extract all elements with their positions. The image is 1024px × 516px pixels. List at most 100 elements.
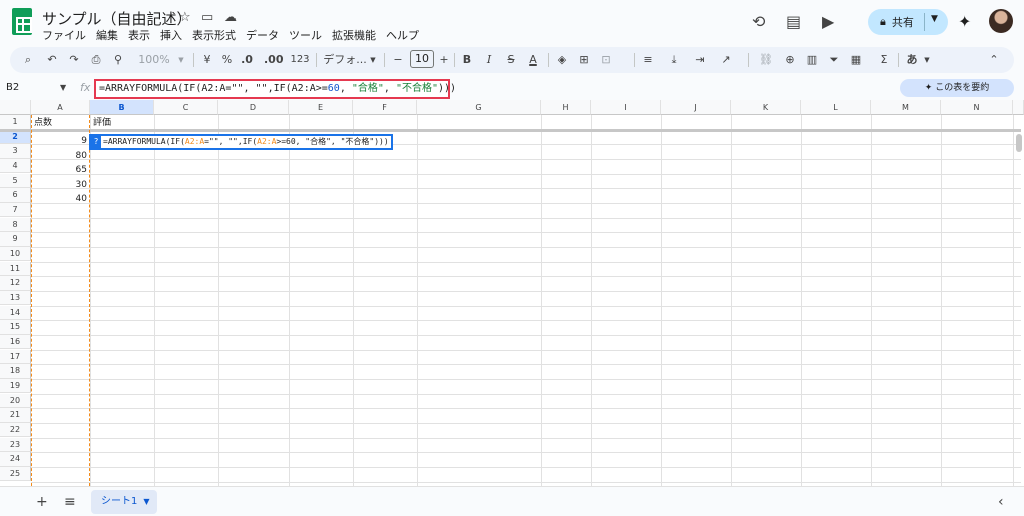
text-wrap-icon[interactable]: ⇥ [692, 50, 708, 70]
select-all-corner[interactable] [0, 100, 31, 115]
cell-a2[interactable]: 9 [31, 134, 87, 148]
cell-a6[interactable]: 40 [31, 192, 87, 206]
name-box[interactable]: B2 [6, 82, 19, 93]
row-header-1[interactable]: 1 [0, 115, 31, 130]
row-header-16[interactable]: 16 [0, 334, 31, 350]
row-header-11[interactable]: 11 [0, 261, 31, 277]
row-header-23[interactable]: 23 [0, 437, 31, 453]
menu-file[interactable]: ファイル [42, 27, 86, 43]
column-header-h[interactable]: H [541, 100, 591, 115]
search-icon[interactable]: ⌕ [20, 50, 36, 70]
column-header-m[interactable]: M [871, 100, 941, 115]
redo-icon[interactable]: ↷ [66, 50, 82, 70]
row-header-10[interactable]: 10 [0, 246, 31, 262]
sheet-tab-chevron-icon[interactable]: ▼ [143, 497, 149, 506]
text-rotation-icon[interactable]: ↗ [718, 50, 734, 70]
row-header-12[interactable]: 12 [0, 276, 31, 291]
add-sheet-icon[interactable]: + [36, 494, 48, 510]
cell-a1[interactable]: 点数 [34, 116, 52, 130]
sheets-logo-icon[interactable] [12, 8, 32, 35]
collapse-toolbar-icon[interactable]: ⌃ [986, 50, 1002, 70]
cell-b1[interactable]: 評価 [93, 116, 111, 130]
borders-icon[interactable]: ⊞ [576, 50, 592, 70]
row-header-18[interactable]: 18 [0, 364, 31, 379]
cell-a3[interactable]: 80 [31, 149, 87, 163]
undo-icon[interactable]: ↶ [44, 50, 60, 70]
all-sheets-icon[interactable]: ≡ [64, 494, 76, 510]
menu-insert[interactable]: 挿入 [160, 27, 182, 43]
increase-decimal-button[interactable]: .00 [264, 50, 284, 70]
cell-a5[interactable]: 30 [31, 178, 87, 192]
merge-cells-icon[interactable]: ⊡ [598, 50, 614, 70]
column-header-f[interactable]: F [353, 100, 417, 115]
column-header-e[interactable]: E [289, 100, 353, 115]
move-folder-icon[interactable]: ▭ [201, 10, 213, 25]
cloud-status-icon[interactable]: ☁ [224, 10, 237, 25]
text-color-button[interactable]: A [526, 50, 540, 70]
row-header-7[interactable]: 7 [0, 202, 31, 218]
version-history-icon[interactable]: ⟲ [752, 12, 765, 31]
cell-a4[interactable]: 65 [31, 163, 87, 177]
column-header-i[interactable]: I [591, 100, 661, 115]
meet-icon[interactable]: ▶ [822, 12, 834, 31]
summarize-table-button[interactable]: ✦ この表を要約 [900, 79, 1014, 97]
sheet-tab[interactable]: シート1 ▼ [91, 490, 157, 514]
row-header-13[interactable]: 13 [0, 290, 31, 306]
vertical-align-icon[interactable]: ⤓ [666, 50, 682, 70]
row-header-22[interactable]: 22 [0, 422, 31, 438]
functions-button[interactable]: Σ [876, 50, 892, 70]
insert-chart-icon[interactable]: ▥ [804, 50, 820, 70]
menu-data[interactable]: データ [246, 27, 279, 43]
row-header-4[interactable]: 4 [0, 158, 31, 174]
italic-button[interactable]: I [482, 50, 496, 70]
row-header-20[interactable]: 20 [0, 393, 31, 409]
row-header-21[interactable]: 21 [0, 408, 31, 423]
menu-tools[interactable]: ツール [289, 27, 322, 43]
font-size-decrease-icon[interactable]: − [392, 50, 404, 70]
row-header-19[interactable]: 19 [0, 378, 31, 394]
vertical-scrollbar[interactable] [1016, 134, 1022, 152]
column-header-n[interactable]: N [941, 100, 1013, 115]
font-size-increase-icon[interactable]: + [438, 50, 450, 70]
row-header-15[interactable]: 15 [0, 320, 31, 335]
row-header-24[interactable]: 24 [0, 452, 31, 467]
insert-link-icon[interactable]: ⛓ [758, 50, 774, 70]
menu-format[interactable]: 表示形式 [192, 27, 236, 43]
row-header-9[interactable]: 9 [0, 232, 31, 247]
horizontal-align-icon[interactable]: ≡ [640, 50, 656, 70]
spreadsheet-grid[interactable]: A B C D E F G H I J K L M N 1 2 3 4 5 6 7 8 9 10 1… [0, 100, 1024, 486]
font-select[interactable]: デフォ... [320, 50, 370, 70]
column-header-b[interactable]: B [90, 100, 154, 115]
column-header-g[interactable]: G [417, 100, 541, 115]
number-format-button[interactable]: 123 [288, 50, 312, 70]
insert-comment-icon[interactable]: ⊕ [782, 50, 798, 70]
bold-button[interactable]: B [460, 50, 474, 70]
menu-view[interactable]: 表示 [128, 27, 150, 43]
paint-format-icon[interactable]: ⚲ [110, 50, 126, 70]
formula-help-icon[interactable]: ? [91, 136, 101, 148]
row-header-8[interactable]: 8 [0, 217, 31, 233]
name-box-chevron-icon[interactable]: ▼ [60, 83, 66, 92]
star-icon[interactable]: ☆ [179, 10, 191, 25]
menu-extensions[interactable]: 拡張機能 [332, 27, 376, 43]
filter-icon[interactable]: ⏷ [826, 50, 842, 70]
share-button[interactable]: 🔒︎ 共有 ▼ [868, 9, 948, 35]
row-header-17[interactable]: 17 [0, 349, 31, 365]
row-header-25[interactable]: 25 [0, 466, 31, 482]
input-tools-button[interactable]: あ [904, 50, 920, 70]
fill-color-icon[interactable]: ◈ [554, 50, 570, 70]
cell-editor-b2[interactable]: ? =ARRAYFORMULA(IF(A2:A="", "",IF(A2:A>=6… [89, 134, 393, 150]
print-icon[interactable]: ⎙ [88, 50, 104, 70]
document-title[interactable]: サンプル（自由記述） [42, 8, 192, 29]
zoom-select[interactable]: 100% [134, 50, 174, 70]
column-header-j[interactable]: J [661, 100, 731, 115]
chevron-down-icon[interactable]: ▼ [931, 14, 938, 24]
row-header-5[interactable]: 5 [0, 173, 31, 189]
row-header-3[interactable]: 3 [0, 144, 31, 159]
frozen-row-divider[interactable] [0, 129, 1021, 132]
filter-views-icon[interactable]: ▦ [848, 50, 864, 70]
strikethrough-button[interactable]: S [504, 50, 518, 70]
percent-button[interactable]: % [220, 50, 234, 70]
menu-edit[interactable]: 編集 [96, 27, 118, 43]
column-header-k[interactable]: K [731, 100, 801, 115]
